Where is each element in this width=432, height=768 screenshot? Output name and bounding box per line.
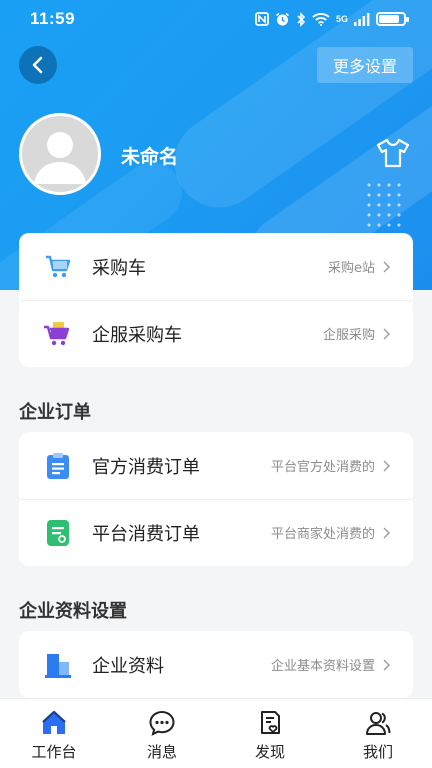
section-title-settings: 企业资料设置 xyxy=(19,601,127,622)
list-item-label: 企服采购车 xyxy=(92,324,182,346)
shopping-cart-icon xyxy=(43,252,73,282)
username[interactable]: 未命名 xyxy=(121,142,178,169)
list-item-company-profile[interactable]: 企业资料 企业基本资料设置 xyxy=(19,631,413,698)
list-item-label: 官方消费订单 xyxy=(92,456,200,478)
list-item-service-cart[interactable]: 企服采购车 企服采购 xyxy=(19,300,413,367)
list-item-hint: 平台官方处消费的 xyxy=(270,460,375,475)
users-icon xyxy=(366,712,391,735)
list-item-official-orders[interactable]: 官方消费订单 平台官方处消费的 xyxy=(19,432,413,499)
chevron-right-icon xyxy=(383,328,390,339)
list-item-hint: 平台商家处消费的 xyxy=(270,527,375,542)
avatar[interactable] xyxy=(19,113,101,195)
tab-label: 消息 xyxy=(146,743,177,761)
list-item-label: 企业资料 xyxy=(92,655,164,677)
bluetooth-icon xyxy=(297,11,306,27)
more-settings-button[interactable]: 更多设置 xyxy=(317,47,413,83)
dots-decoration xyxy=(364,180,404,230)
signal-icon xyxy=(354,12,370,26)
back-button[interactable] xyxy=(19,46,57,84)
list-item-label: 采购车 xyxy=(92,257,146,279)
tab-label: 我们 xyxy=(362,743,393,761)
status-bar: 11:59 5G xyxy=(0,0,432,38)
chevron-right-icon xyxy=(383,460,390,471)
chevron-left-icon xyxy=(32,56,43,74)
tab-us[interactable]: 我们 xyxy=(324,699,432,768)
section-title-orders: 企业订单 xyxy=(19,402,91,423)
chevron-right-icon xyxy=(383,261,390,272)
status-time: 11:59 xyxy=(30,9,76,28)
list-item-hint: 企服采购 xyxy=(322,328,375,343)
network-label: 5G xyxy=(335,14,348,24)
service-cart-icon xyxy=(43,319,73,349)
chevron-right-icon xyxy=(383,659,390,670)
settings-card: 企业资料 企业基本资料设置 xyxy=(19,631,413,698)
list-item-label: 平台消费订单 xyxy=(92,523,200,545)
clipboard-icon xyxy=(43,451,73,481)
wifi-icon xyxy=(312,13,330,26)
orders-card: 官方消费订单 平台官方处消费的 平台消费订单 平台商家处消费的 xyxy=(19,432,413,566)
chat-icon xyxy=(149,710,175,736)
tshirt-icon[interactable] xyxy=(376,138,410,168)
list-item-platform-orders[interactable]: 平台消费订单 平台商家处消费的 xyxy=(19,499,413,566)
receipt-icon xyxy=(43,518,73,548)
home-icon xyxy=(42,710,66,734)
discover-icon xyxy=(261,711,280,734)
cart-card: 采购车 采购e站 企服采购车 企服采购 xyxy=(19,233,413,367)
list-item-hint: 企业基本资料设置 xyxy=(270,659,375,674)
nfc-icon xyxy=(255,12,269,26)
list-item-purchase-cart[interactable]: 采购车 采购e站 xyxy=(19,233,413,300)
tab-label: 发现 xyxy=(254,743,285,761)
tab-discover[interactable]: 发现 xyxy=(216,699,324,768)
default-avatar-icon xyxy=(34,132,86,184)
building-icon xyxy=(43,650,73,680)
battery-icon xyxy=(376,12,409,26)
tab-workbench[interactable]: 工作台 xyxy=(0,699,108,768)
alarm-icon xyxy=(275,12,289,25)
tab-messages[interactable]: 消息 xyxy=(108,699,216,768)
list-item-hint: 采购e站 xyxy=(328,261,375,276)
chevron-right-icon xyxy=(383,527,390,538)
bottom-tab-bar: 工作台 消息 发现 我们 xyxy=(0,698,432,768)
tab-label: 工作台 xyxy=(31,743,77,761)
